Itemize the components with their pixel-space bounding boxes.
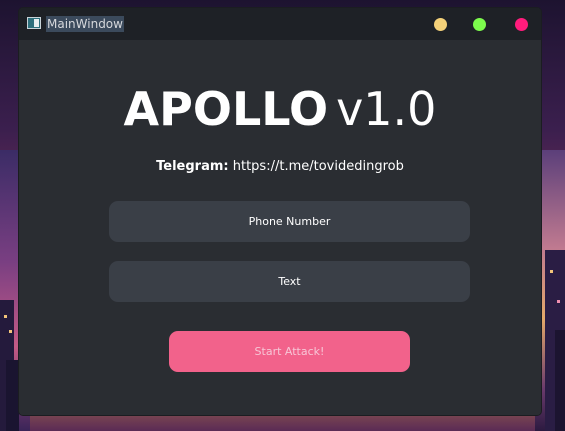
wallpaper-building: [6, 360, 19, 431]
maximize-button[interactable]: [473, 18, 486, 31]
app-window-icon: [27, 17, 41, 29]
wallpaper-light: [4, 315, 7, 318]
phone-number-input[interactable]: [109, 201, 470, 242]
start-attack-button[interactable]: Start Attack!: [169, 331, 410, 372]
window-title: MainWindow: [46, 16, 124, 32]
app-version: v1.0: [336, 82, 437, 136]
wallpaper-light: [557, 300, 560, 303]
telegram-url: https://t.me/tovidedingrob: [232, 159, 404, 174]
app-name: APOLLO: [123, 82, 329, 136]
wallpaper-light: [9, 330, 12, 333]
wallpaper-light: [550, 270, 553, 273]
title-bar[interactable]: MainWindow: [19, 8, 541, 40]
main-window: MainWindow APOLLO v1.0 Telegram: https://…: [19, 8, 541, 415]
main-content: APOLLO v1.0 Telegram: https://t.me/tovide…: [19, 40, 541, 415]
close-button[interactable]: [515, 18, 528, 31]
telegram-info: Telegram: https://t.me/tovidedingrob: [19, 158, 541, 176]
wallpaper-building: [555, 330, 565, 431]
minimize-button[interactable]: [434, 18, 447, 31]
app-title: APOLLO v1.0: [19, 82, 541, 136]
telegram-label: Telegram:: [156, 159, 229, 174]
text-input[interactable]: [109, 261, 470, 302]
